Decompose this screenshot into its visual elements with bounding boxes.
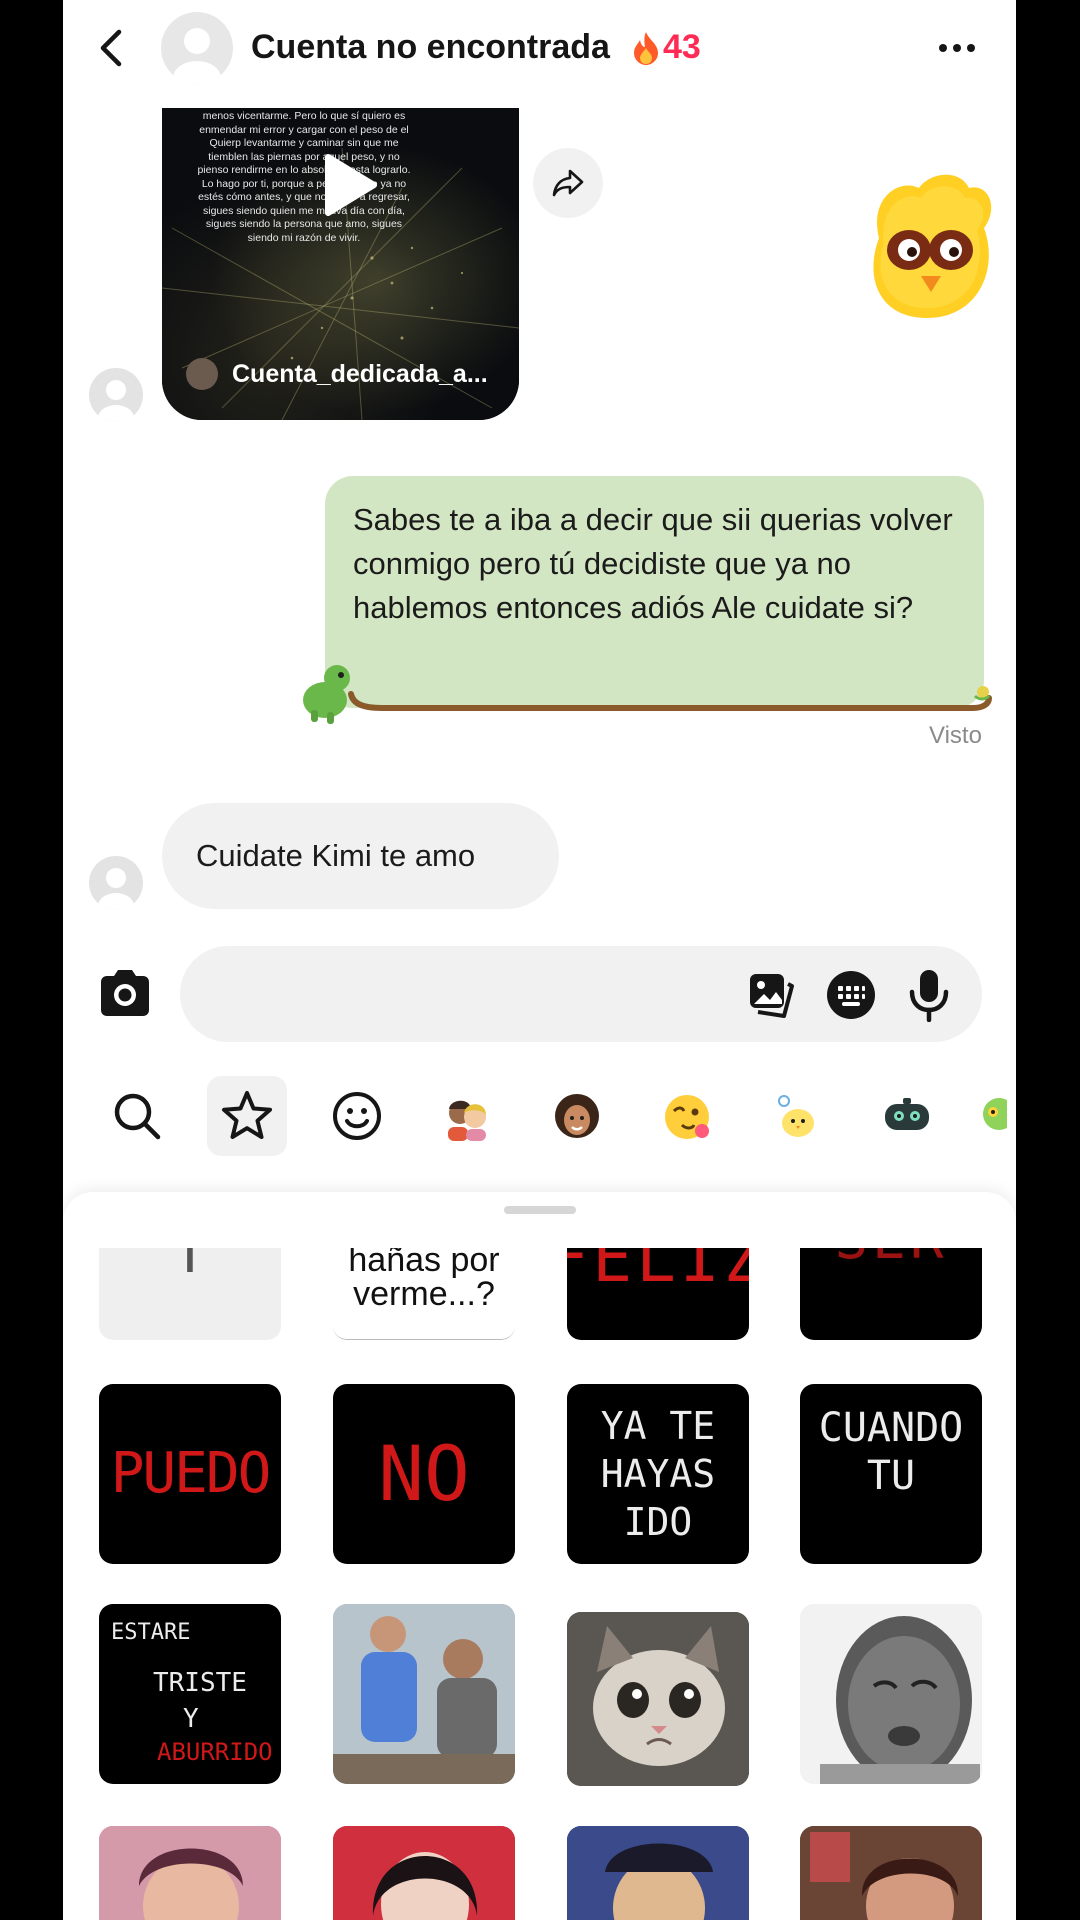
- fire-icon: [634, 31, 658, 65]
- sticker-item[interactable]: [567, 1826, 749, 1920]
- sticker-caption: CUANDO TU: [818, 1405, 964, 1499]
- sticker-keyboard-icon[interactable]: [826, 970, 876, 1020]
- star-icon: [222, 1091, 272, 1139]
- sticker-item[interactable]: [800, 1826, 982, 1920]
- sticker-item[interactable]: YA TE HAYAS IDO: [567, 1384, 749, 1564]
- seen-status: Visto: [929, 722, 982, 749]
- sticker-caption: Y: [183, 1704, 199, 1734]
- sticker-caption: ABURRIDO: [157, 1738, 273, 1766]
- tab-emoji[interactable]: [317, 1076, 397, 1156]
- sticker-caption: PUEDO: [110, 1441, 272, 1506]
- microphone-icon[interactable]: [904, 968, 954, 1022]
- sticker-item[interactable]: hañas por verme...?: [333, 1248, 515, 1340]
- streak-badge: 43: [631, 28, 701, 67]
- message-composer[interactable]: [180, 946, 982, 1042]
- sticker-item[interactable]: PUEDO: [99, 1384, 281, 1564]
- wink-emoji-icon: [665, 1095, 709, 1139]
- author-avatar: [186, 358, 218, 390]
- sticker-caption: FELIZ: [567, 1248, 749, 1297]
- tab-favorites[interactable]: [207, 1076, 287, 1156]
- received-message-text: Cuidate Kimi te amo: [196, 838, 476, 873]
- contact-name[interactable]: Cuenta no encontrada: [251, 28, 610, 67]
- sticker-item[interactable]: SER: [800, 1248, 982, 1340]
- dino-bubble-decoration-icon: [303, 665, 992, 724]
- girl-selfie-photo-icon: [99, 1826, 281, 1920]
- sticker-item[interactable]: [333, 1826, 515, 1920]
- girl-red-photo-icon: [333, 1826, 515, 1920]
- camera-icon[interactable]: [97, 968, 153, 1018]
- sticker-item[interactable]: CUANDO TU: [800, 1384, 982, 1564]
- gallery-icon[interactable]: [746, 970, 796, 1020]
- search-icon: [114, 1093, 161, 1140]
- back-button[interactable]: [91, 28, 131, 68]
- sticker-item[interactable]: [99, 1826, 281, 1920]
- girl-cap-photo-icon: [567, 1826, 749, 1920]
- robot-sticker-icon: [885, 1098, 929, 1130]
- sticker-caption: SER: [834, 1248, 947, 1268]
- play-icon[interactable]: [322, 153, 378, 217]
- mascot-sticker-icon: [873, 174, 992, 318]
- dot-icon: [953, 44, 961, 52]
- dancing-women-photo-icon: [333, 1604, 515, 1784]
- sticker-item[interactable]: [800, 1604, 982, 1784]
- sticker-item[interactable]: NO: [333, 1384, 515, 1564]
- sticker-caption: YA TE HAYAS IDO: [600, 1404, 716, 1544]
- sticker-caption: ESTARE: [111, 1620, 191, 1645]
- default-avatar-icon: [98, 380, 134, 422]
- sticker-item[interactable]: [333, 1604, 515, 1784]
- tab-chick-sticker[interactable]: [757, 1076, 837, 1156]
- tab-avatars[interactable]: [427, 1076, 507, 1156]
- funny-face-photo-icon: [800, 1604, 982, 1784]
- sticker-caption: TRISTE: [153, 1668, 247, 1698]
- sticker-item[interactable]: [567, 1612, 749, 1786]
- dot-icon: [967, 44, 975, 52]
- share-arrow-icon: [552, 169, 584, 197]
- contact-avatar[interactable]: [161, 12, 233, 84]
- default-avatar-icon: [173, 28, 221, 84]
- more-options-button[interactable]: [929, 30, 985, 66]
- sticker-caption: hañas por verme...?: [348, 1248, 510, 1313]
- chat-screen: Cuenta no encontrada 43 menos vicentarme…: [63, 0, 1016, 1920]
- avatar-pair-icon: [448, 1100, 486, 1141]
- chat-header: Cuenta no encontrada 43: [63, 0, 1016, 96]
- tab-robot-sticker[interactable]: [867, 1076, 947, 1156]
- sticker-item[interactable]: ESTARE TRISTE Y ABURRIDO: [99, 1604, 281, 1784]
- tab-wink-emoji[interactable]: [647, 1076, 727, 1156]
- received-message-bubble[interactable]: Cuidate Kimi te amo: [162, 803, 559, 909]
- sticker-tab-bar: [63, 1076, 1016, 1162]
- video-author: Cuenta_dedicada_a...: [186, 358, 488, 390]
- tab-avatar-sticker[interactable]: [537, 1076, 617, 1156]
- crying-cat-photo-icon: [567, 1612, 749, 1786]
- video-overlay-text: menos vicentarme. Pero lo que sí quiero …: [197, 110, 411, 244]
- extra-sticker-icon: [983, 1098, 1007, 1130]
- tab-extra-sticker[interactable]: [977, 1076, 1016, 1156]
- sticker-caption: T: [171, 1248, 209, 1285]
- sticker-caption: NO: [378, 1429, 470, 1518]
- shared-video-card[interactable]: menos vicentarme. Pero lo que sí quiero …: [162, 108, 519, 420]
- streak-count: 43: [663, 28, 701, 66]
- dot-icon: [939, 44, 947, 52]
- curly-avatar-icon: [555, 1094, 599, 1138]
- sticker-item[interactable]: FELIZ: [567, 1248, 749, 1340]
- sender-avatar[interactable]: [89, 856, 143, 910]
- share-button[interactable]: [533, 148, 603, 218]
- default-avatar-icon: [98, 868, 134, 910]
- girl-room-photo-icon: [800, 1826, 982, 1920]
- chevron-left-icon: [100, 29, 122, 67]
- sticker-panel: T hañas por verme...? FELIZ SER PUEDO NO…: [63, 1192, 1016, 1920]
- drag-handle[interactable]: [504, 1206, 576, 1214]
- sender-avatar[interactable]: [89, 368, 143, 422]
- chick-sticker-icon: [778, 1095, 814, 1137]
- author-name: Cuenta_dedicada_a...: [232, 359, 488, 388]
- sticker-item[interactable]: T: [99, 1248, 281, 1340]
- message-input[interactable]: [210, 974, 710, 1014]
- tab-search[interactable]: [97, 1076, 177, 1156]
- smiley-icon: [333, 1092, 381, 1140]
